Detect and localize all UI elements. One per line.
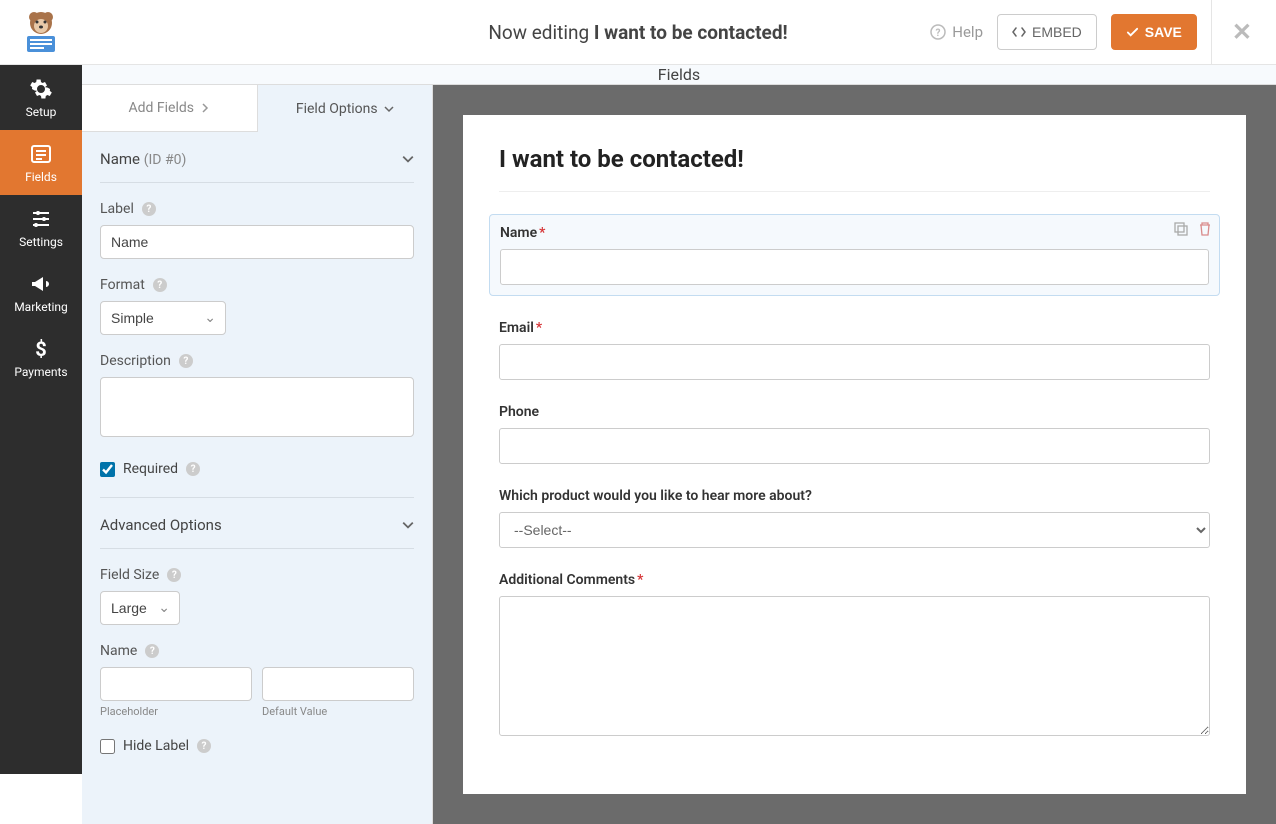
svg-text:$: $ [35,337,46,361]
name-input[interactable] [500,249,1209,285]
side-panel: Add Fields Field Options Name (ID #0) La [82,85,433,824]
description-label: Description [100,353,171,369]
panel-header: Fields [82,65,1276,85]
size-label: Field Size [100,567,159,583]
preview-field-email[interactable]: Email* [499,320,1210,380]
help-icon[interactable]: ? [179,354,193,368]
help-icon[interactable]: ? [186,462,200,476]
preview-field-phone[interactable]: Phone [499,404,1210,464]
required-checkbox[interactable] [100,462,115,477]
nav-fields[interactable]: Fields [0,130,82,195]
chevron-down-icon [384,104,394,114]
section-name-header[interactable]: Name (ID #0) [100,132,414,183]
save-button[interactable]: SAVE [1111,14,1197,50]
help-icon[interactable]: ? [197,739,211,753]
field-label: Name* [500,225,1209,241]
chevron-down-icon [402,153,414,165]
help-icon[interactable]: ? [153,278,167,292]
description-input[interactable] [100,377,414,437]
comments-textarea[interactable] [499,596,1210,736]
tab-field-options[interactable]: Field Options [258,85,433,132]
placeholder-input[interactable] [100,667,252,701]
help-icon[interactable]: ? [142,202,156,216]
preview-field-product[interactable]: Which product would you like to hear mor… [499,488,1210,548]
duplicate-icon[interactable] [1173,221,1189,237]
help-icon: ? [930,24,946,40]
check-icon [1126,26,1139,39]
default-value-input[interactable] [262,667,414,701]
help-icon[interactable]: ? [145,644,159,658]
gear-icon [29,77,53,101]
nav-settings[interactable]: Settings [0,195,82,260]
format-label: Format [100,277,145,293]
preview-field-comments[interactable]: Additional Comments* [499,572,1210,740]
default-sublabel: Default Value [262,705,414,718]
phone-input[interactable] [499,428,1210,464]
nav-payments[interactable]: $ Payments [0,325,82,390]
help-link[interactable]: ? Help [930,23,983,41]
placeholder-sublabel: Placeholder [100,705,252,718]
chevron-right-icon [200,103,210,113]
nav-setup[interactable]: Setup [0,65,82,130]
field-label: Which product would you like to hear mor… [499,488,1210,504]
email-input[interactable] [499,344,1210,380]
hide-label-checkbox[interactable] [100,739,115,754]
form-title: I want to be contacted! [499,145,1210,173]
code-icon [1012,25,1026,39]
tab-add-fields[interactable]: Add Fields [82,85,258,132]
form-preview: I want to be contacted! Name* Email* [463,115,1246,794]
help-icon[interactable]: ? [167,568,181,582]
sliders-icon [29,207,53,231]
list-icon [29,142,53,166]
dollar-icon: $ [29,337,53,361]
required-label: Required [123,461,178,477]
close-button[interactable]: ✕ [1226,18,1258,46]
divider [1211,0,1212,65]
chevron-down-icon [402,519,414,531]
hide-label-label: Hide Label [123,738,189,754]
svg-text:?: ? [936,28,941,39]
field-label: Phone [499,404,1210,420]
section-advanced-header[interactable]: Advanced Options [100,498,414,549]
bullhorn-icon [29,272,53,296]
topbar: Now editing I want to be contacted! ? He… [0,0,1276,65]
app-logo [0,0,82,65]
label-input[interactable] [100,225,414,259]
format-select[interactable] [100,301,226,335]
field-label: Additional Comments* [499,572,1210,588]
field-label: Email* [499,320,1210,336]
size-select[interactable] [100,591,180,625]
trash-icon[interactable] [1197,221,1213,237]
name-label: Name [100,643,137,659]
product-select[interactable]: --Select-- [499,512,1210,548]
nav-rail: Setup Fields Settings Marketing $ Paymen… [0,65,82,774]
preview-field-name[interactable]: Name* [489,214,1220,296]
form-canvas: I want to be contacted! Name* Email* [433,85,1276,824]
label-label: Label [100,201,134,217]
embed-button[interactable]: EMBED [997,14,1097,50]
nav-marketing[interactable]: Marketing [0,260,82,325]
